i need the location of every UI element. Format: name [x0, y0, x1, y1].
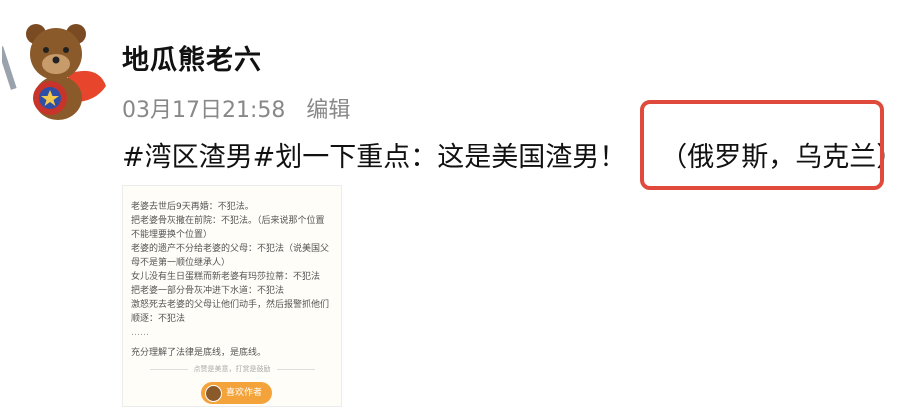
image-text-line: 不能埋要换个位置） — [131, 230, 213, 240]
edit-label[interactable]: 编辑 — [306, 98, 350, 123]
image-footer-note: 点赞是美意，打赏是鼓励 — [123, 362, 341, 376]
avatar[interactable] — [0, 16, 110, 124]
post-image-thumbnail[interactable]: 老婆去世后9天再婚：不犯法。 把老婆骨灰撒在前院：不犯法。（后来说那个位置 不能… — [122, 185, 342, 407]
image-conclusion: 充分理解了法律是底线，是底线。 — [131, 348, 267, 358]
image-text-line: 女儿没有生日蛋糕而新老婆有玛莎拉蒂：不犯法 — [131, 272, 321, 282]
post-meta: 03月17日21:58 编辑 — [122, 92, 350, 124]
image-text-line: 老婆的遗产不分给老婆的父母：不犯法（说美国父 — [131, 244, 330, 254]
image-text-line: 老婆去世后9天再婚：不犯法。 — [131, 202, 254, 212]
username[interactable]: 地瓜熊老六 — [122, 38, 262, 77]
timestamp[interactable]: 03月17日21:58 — [122, 98, 285, 123]
image-text-line: 把老婆骨灰撒在前院：不犯法。（后来说那个位置 — [131, 216, 325, 226]
image-ellipsis: …… — [131, 328, 149, 338]
mini-avatar-icon — [205, 384, 222, 402]
highlight-box — [640, 100, 884, 190]
like-author-label: 喜欢作者 — [226, 388, 263, 398]
like-author-button: 喜欢作者 — [201, 382, 273, 404]
image-text-line: 激怒死去老婆的父母让他们动手，然后报警抓他们 — [131, 300, 330, 310]
image-text-line: 母不是第一顺位继承人） — [131, 258, 231, 268]
post-body: #湾区渣男#划一下重点：这是美国渣男！ — [122, 142, 627, 173]
image-text-line: 顺逐：不犯法 — [131, 314, 186, 324]
image-text-line: 把老婆一部分骨灰冲进下水道：不犯法 — [131, 286, 285, 296]
